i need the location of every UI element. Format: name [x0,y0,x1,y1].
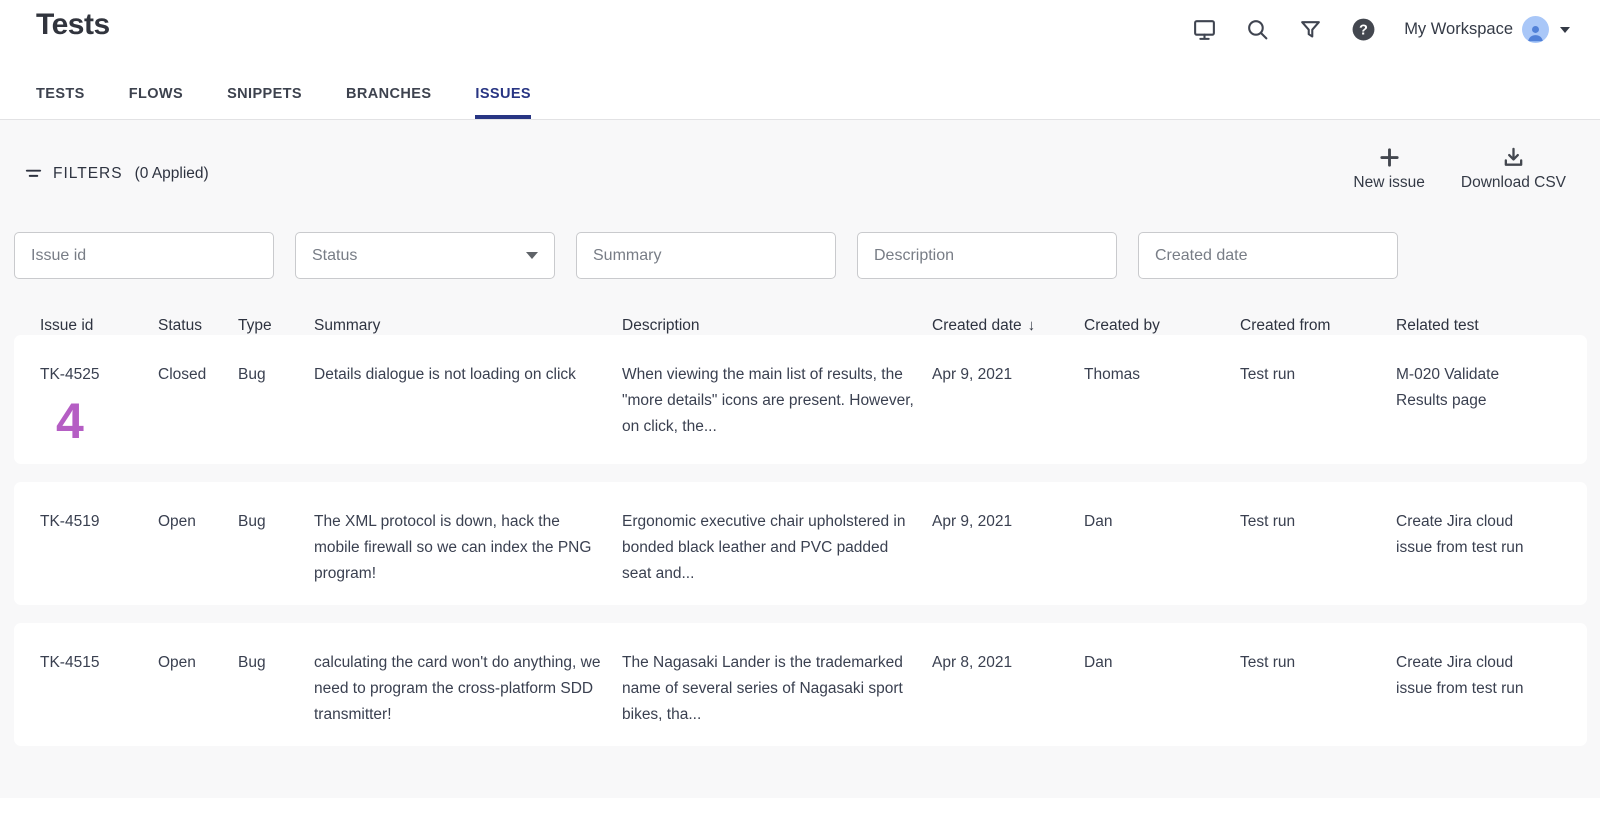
workspace-label: My Workspace [1404,20,1513,39]
type-cell: Bug [238,650,314,728]
type-cell: Bug [238,362,314,446]
table-row[interactable]: TK-4519 Open Bug The XML protocol is dow… [14,482,1587,605]
column-header-status[interactable]: Status [158,317,238,335]
description-cell: When viewing the main list of results, t… [622,362,917,446]
tab-issues[interactable]: ISSUES [475,86,531,119]
column-header-created-date[interactable]: Created date ↓ [932,317,1084,335]
status-filter-placeholder: Status [312,247,357,265]
issues-panel: FILTERS (0 Applied) New issue Download C… [0,119,1600,798]
description-cell: The Nagasaki Lander is the trademarked n… [622,650,917,728]
issue-id-cell: TK-4515 [40,650,158,728]
column-header-created-by[interactable]: Created by [1084,317,1240,335]
filter-inputs-row: Status [0,192,1600,279]
page-title: Tests [36,8,110,42]
related-test-cell: Create Jira cloud issue from test run [1396,509,1536,587]
column-header-description[interactable]: Description [622,317,932,335]
summary-filter-input[interactable] [576,232,836,279]
status-cell: Closed [158,362,238,446]
top-bar-actions: ? My Workspace [1192,16,1570,43]
table-row[interactable]: TK-4515 Open Bug calculating the card wo… [14,623,1587,746]
table-header-row: Issue id Status Type Summary Description… [0,317,1600,335]
table-row[interactable]: TK-4525 4 Closed Bug Details dialogue is… [14,335,1587,464]
tab-bar: TESTS FLOWS SNIPPETS BRANCHES ISSUES [0,86,1600,119]
tab-branches[interactable]: BRANCHES [346,86,431,119]
chevron-down-icon [526,252,538,259]
issue-id-cell: TK-4525 4 [40,362,158,446]
created-by-cell: Dan [1084,509,1240,587]
created-date-cell: Apr 8, 2021 [932,650,1084,728]
status-cell: Open [158,509,238,587]
annotation-step-number: 4 [56,396,158,446]
column-header-related-test[interactable]: Related test [1396,317,1566,335]
status-cell: Open [158,650,238,728]
column-header-created-from[interactable]: Created from [1240,317,1396,335]
issue-id-value: TK-4525 [40,362,158,388]
filters-applied-count: (0 Applied) [135,165,209,183]
created-from-cell: Test run [1240,650,1396,728]
issue-id-cell: TK-4519 [40,509,158,587]
svg-text:?: ? [1359,23,1368,39]
tab-tests[interactable]: TESTS [36,86,85,119]
summary-cell: The XML protocol is down, hack the mobil… [314,509,609,587]
plus-icon [1378,146,1401,169]
table-actions: New issue Download CSV [1353,146,1566,192]
avatar[interactable] [1522,16,1549,43]
tab-snippets[interactable]: SNIPPETS [227,86,302,119]
new-issue-button[interactable]: New issue [1353,146,1425,192]
download-icon [1502,146,1525,169]
tab-flows[interactable]: FLOWS [129,86,183,119]
top-bar: Tests ? My Workspace [0,0,1600,58]
related-test-cell: M-020 Validate Results page [1396,362,1536,446]
column-header-issue-id[interactable]: Issue id [40,317,158,335]
chevron-down-icon [1560,27,1570,33]
created-from-cell: Test run [1240,509,1396,587]
workspace-menu[interactable]: My Workspace [1404,16,1570,43]
related-test-cell: Create Jira cloud issue from test run [1396,650,1536,728]
new-issue-label: New issue [1353,174,1425,192]
filters-bar: FILTERS (0 Applied) New issue Download C… [0,120,1600,192]
status-filter-select[interactable]: Status [295,232,555,279]
summary-cell: Details dialogue is not loading on click [314,362,609,446]
monitor-icon[interactable] [1192,17,1217,42]
sort-desc-icon: ↓ [1028,317,1036,334]
description-cell: Ergonomic executive chair upholstered in… [622,509,917,587]
created-date-cell: Apr 9, 2021 [932,362,1084,446]
created-by-cell: Dan [1084,650,1240,728]
summary-cell: calculating the card won't do anything, … [314,650,609,728]
created-from-cell: Test run [1240,362,1396,446]
description-filter-input[interactable] [857,232,1117,279]
help-icon[interactable]: ? [1351,17,1376,42]
created-by-cell: Thomas [1084,362,1240,446]
created-date-filter-input[interactable] [1138,232,1398,279]
issue-id-filter-input[interactable] [14,232,274,279]
created-date-header-label: Created date [932,317,1022,334]
filters-toggle[interactable]: FILTERS (0 Applied) [24,164,209,183]
download-csv-button[interactable]: Download CSV [1461,146,1566,192]
type-cell: Bug [238,509,314,587]
created-date-cell: Apr 9, 2021 [932,509,1084,587]
filter-funnel-icon[interactable] [1298,17,1323,42]
filter-lines-icon [24,164,43,183]
search-icon[interactable] [1245,17,1270,42]
column-header-summary[interactable]: Summary [314,317,622,335]
column-header-type[interactable]: Type [238,317,314,335]
download-csv-label: Download CSV [1461,174,1566,192]
filters-label: FILTERS [53,165,123,183]
